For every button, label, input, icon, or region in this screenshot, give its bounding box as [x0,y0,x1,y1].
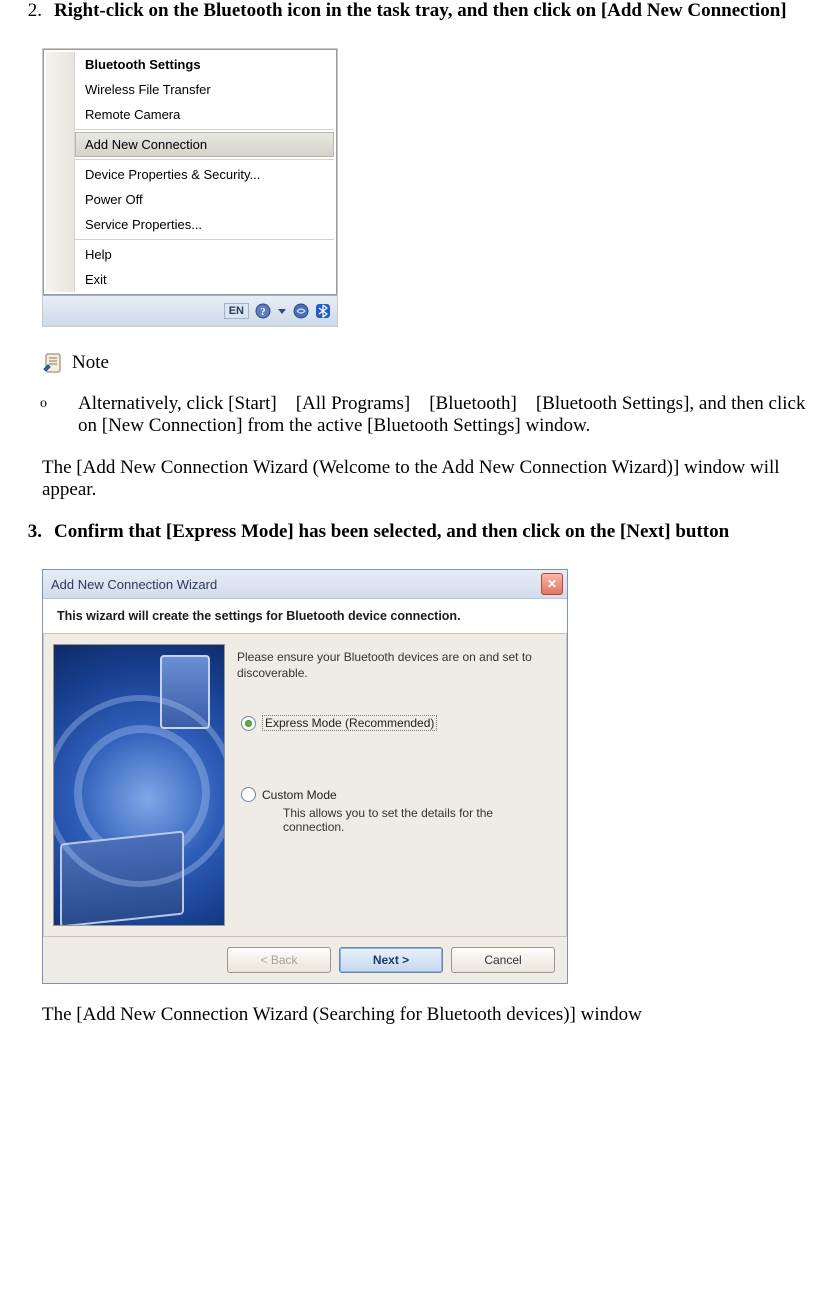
wizard-instructions: Please ensure your Bluetooth devices are… [237,650,551,681]
close-icon: ✕ [547,577,557,591]
wizard-title: Add New Connection Wizard [51,577,217,592]
note-icon [42,351,66,375]
menu-item-help[interactable]: Help [75,242,334,267]
tray-language-indicator[interactable]: EN [224,303,249,319]
taskbar: EN ? [43,295,337,326]
screenshot-wizard-dialog: Add New Connection Wizard ✕ This wizard … [42,569,568,984]
custom-mode-label: Custom Mode [262,788,337,802]
step3-result-text: The [Add New Connection Wizard (Searchin… [42,1004,811,1026]
context-menu: Bluetooth Settings Wireless File Transfe… [43,49,337,295]
sub-bullet-mark: o [40,393,78,437]
menu-item-power-off[interactable]: Power Off [75,187,334,212]
menu-separator [75,129,334,130]
step2-result-text: The [Add New Connection Wizard (Welcome … [42,457,811,501]
close-button[interactable]: ✕ [541,573,563,595]
menu-separator [75,239,334,240]
step-title: Confirm that [Express Mode] has been sel… [54,521,811,543]
menu-item-wireless-file-transfer[interactable]: Wireless File Transfer [75,77,334,102]
note-label: Note [72,352,109,374]
menu-gutter [46,52,75,292]
wizard-titlebar: Add New Connection Wizard ✕ [43,570,567,599]
menu-item-exit[interactable]: Exit [75,267,334,292]
menu-item-device-properties[interactable]: Device Properties & Security... [75,162,334,187]
wizard-button-bar: < Back Next > Cancel [43,936,567,983]
back-button: < Back [227,947,331,973]
express-mode-label: Express Mode (Recommended) [262,715,437,731]
note-alt-text: Alternatively, click [Start] [All Progra… [78,393,811,437]
tray-network-icon[interactable] [293,303,309,319]
wizard-banner: This wizard will create the settings for… [43,599,567,634]
custom-mode-subtext: This allows you to set the details for t… [283,806,551,834]
menu-item-remote-camera[interactable]: Remote Camera [75,102,334,127]
wizard-illustration [53,644,225,926]
step-title: Right-click on the Bluetooth icon in the… [54,0,811,22]
menu-separator [75,159,334,160]
screenshot-context-menu: Bluetooth Settings Wireless File Transfe… [42,48,338,327]
cancel-button[interactable]: Cancel [451,947,555,973]
menu-item-service-properties[interactable]: Service Properties... [75,212,334,237]
phone-illustration [160,655,210,729]
express-mode-radio[interactable] [241,716,256,731]
step-number: 2. [0,0,54,22]
next-button[interactable]: Next > [339,947,443,973]
tray-dropdown-icon[interactable] [277,303,287,319]
tray-help-icon[interactable]: ? [255,303,271,319]
svg-text:?: ? [260,306,266,318]
menu-item-bluetooth-settings[interactable]: Bluetooth Settings [75,52,334,77]
custom-mode-radio[interactable] [241,787,256,802]
menu-item-add-new-connection[interactable]: Add New Connection [75,132,334,157]
tray-bluetooth-icon[interactable] [315,303,331,319]
laptop-illustration [60,830,184,926]
step-number: 3. [0,521,54,543]
